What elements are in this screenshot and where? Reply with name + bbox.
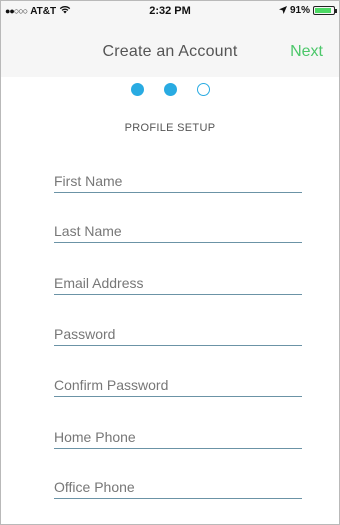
email-input[interactable] — [54, 263, 302, 294]
section-heading: PROFILE SETUP — [124, 122, 216, 134]
email-field — [54, 263, 302, 295]
first-name-field — [54, 161, 302, 193]
status-right: 91% — [278, 5, 337, 16]
confirm-password-field — [54, 365, 302, 397]
battery-percent: 91% — [289, 5, 310, 16]
navigation-bar: Create an Account Next — [1, 21, 339, 77]
step-dot-1 — [130, 83, 144, 96]
home-phone-field — [54, 417, 302, 449]
last-name-input[interactable] — [54, 211, 302, 242]
home-phone-input[interactable] — [54, 417, 302, 448]
confirm-password-input[interactable] — [54, 365, 302, 396]
page-title: Create an Account — [102, 43, 238, 60]
step-dot-2 — [163, 83, 177, 96]
office-phone-input[interactable] — [54, 467, 302, 498]
office-phone-field — [54, 467, 302, 499]
next-button[interactable]: Next — [290, 43, 323, 61]
status-bar: ●●○○○ AT&T 2:32 PM 91% — [1, 1, 339, 21]
password-input[interactable] — [54, 314, 302, 345]
first-name-input[interactable] — [54, 161, 302, 192]
battery-fill — [315, 8, 332, 13]
phone-screen: ●●○○○ AT&T 2:32 PM 91% Create an Account… — [0, 0, 340, 525]
battery-tip — [335, 9, 337, 13]
battery-icon — [313, 6, 337, 15]
step-indicator — [1, 83, 339, 96]
step-dot-3 — [196, 83, 210, 96]
password-field — [54, 314, 302, 346]
last-name-field — [54, 211, 302, 243]
location-arrow-icon — [278, 5, 287, 16]
